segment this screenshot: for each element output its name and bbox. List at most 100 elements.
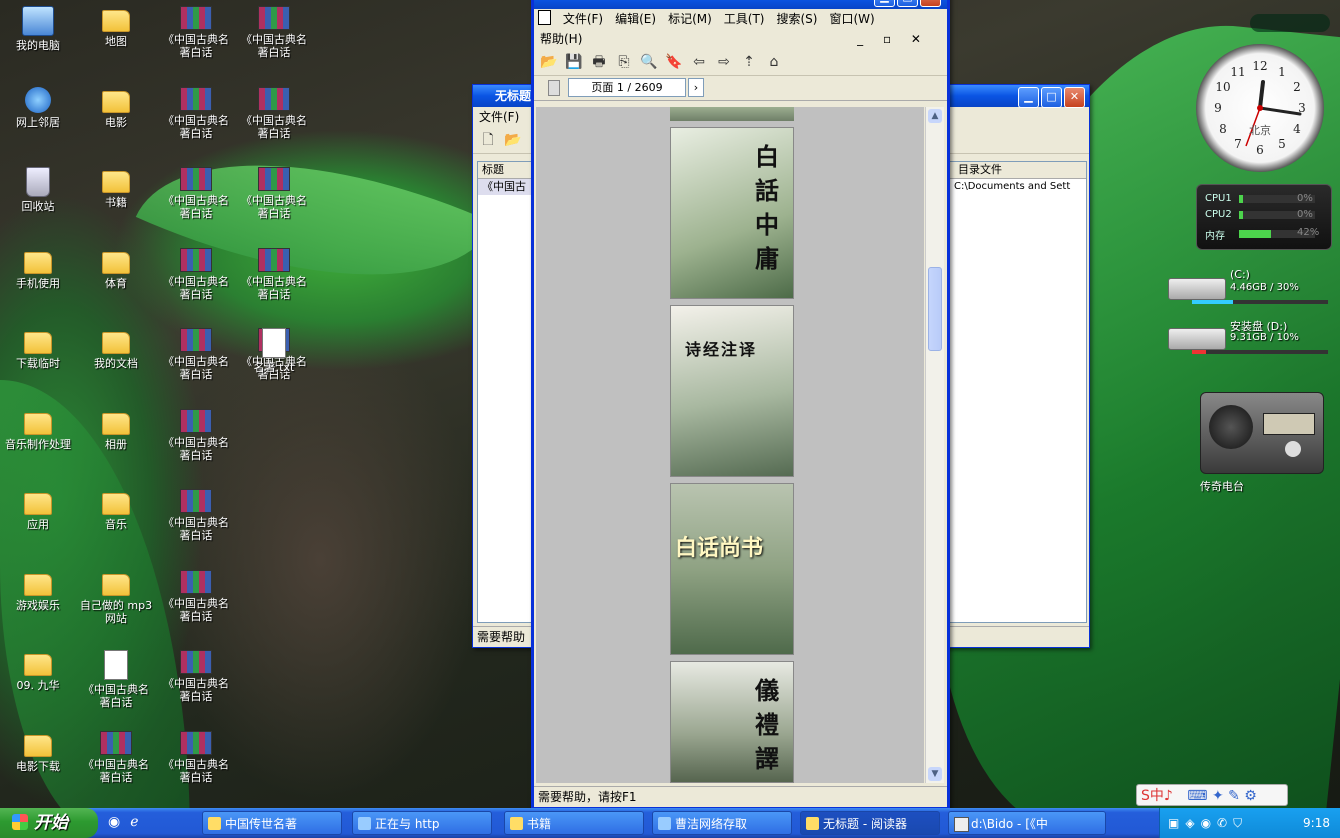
taskbar-tray-app[interactable]: d:\Bido - [《中 [948,811,1106,835]
forward-icon[interactable]: ⇨ [715,53,733,71]
maximize-button[interactable]: □ [897,0,918,7]
desktop-icon[interactable]: 应用 [0,489,76,531]
back-icon[interactable]: ⇦ [690,53,708,71]
open-folder-icon[interactable]: 📂 [504,131,522,149]
desktop-icon[interactable]: 地图 [78,6,154,48]
mdi-controls[interactable]: _ ▫ ✕ [857,29,929,49]
desktop-icon[interactable]: 《中国古典名著白话 [236,247,312,301]
radio-gadget[interactable] [1200,392,1324,474]
desktop-icon[interactable]: 《中国古典名著白话 [236,86,312,140]
book-cover[interactable]: 儀禮譯 [670,661,794,783]
clock-time[interactable]: 9:18 [1303,808,1330,838]
page-indicator[interactable]: 页面 1 / 2609 [568,78,686,97]
book-cover[interactable]: 诗经注译 [670,305,794,477]
desktop-icon[interactable]: 《中国古典名著白话 [236,167,312,220]
search-icon[interactable]: 🔍 [640,53,658,71]
menu-item[interactable]: 窗口(W) [829,12,874,26]
reader-titlebar[interactable]: ▁ □ ✕ [534,0,947,9]
list-item[interactable]: C:\Documents and Sett [950,179,1086,195]
desktop-icon[interactable]: 《中国古典名著白话 [158,328,234,381]
ime-status[interactable]: S中♪ [1141,788,1173,804]
keyboard-icon[interactable]: ⌨ ✦ ✎ ⚙ [1187,788,1257,804]
desktop-icon[interactable]: 《中国古典名著白话 [158,489,234,542]
menu-file[interactable]: 文件(F) [479,110,519,124]
menu-item[interactable]: 搜索(S) [776,12,817,26]
radio-knob-icon[interactable] [1285,441,1301,457]
desktop-icon[interactable]: 手机使用 [0,248,76,290]
scroll-down-icon[interactable]: ▼ [928,767,942,781]
desktop-icon[interactable]: 《中国古典名著白话 [158,167,234,220]
desktop-icon-label: 《中国古典名著白话 [83,683,149,709]
menu-item[interactable]: 工具(T) [724,12,765,26]
desktop-icon[interactable]: 相册 [78,409,154,451]
print-icon[interactable]: 🖶 [590,53,608,71]
open-icon[interactable]: 📂 [540,53,558,71]
desktop-icon[interactable]: 音乐制作处理 [0,409,76,451]
desktop-icon[interactable]: 《中国古典名著白话 [158,86,234,140]
up-icon[interactable]: ⇡ [740,53,758,71]
desktop-icon[interactable]: 下载临时 [0,328,76,370]
desktop-icon[interactable]: 我的电脑 [0,6,76,52]
bookmark-icon[interactable]: 🔖 [665,53,683,71]
desktop-icon[interactable]: 我的文档 [78,328,154,370]
desktop-icon[interactable]: 《中国古典名著白话 [78,650,154,709]
minimize-button[interactable]: ▁ [874,0,895,7]
taskbar-button[interactable]: 无标题 - 阅读器 [800,811,940,835]
desktop-icon[interactable]: 体育 [78,248,154,290]
desktop-icon[interactable]: 《中国古典名著白话 [78,730,154,784]
column-header-file[interactable]: 目录文件 [950,162,1086,179]
ie-icon[interactable]: ℯ [130,814,148,830]
next-page-button[interactable]: › [688,78,704,97]
menu-item[interactable]: 编辑(E) [615,12,656,26]
desktop-icon[interactable]: 音乐 [78,489,154,531]
desktop-icon[interactable]: 游戏娱乐 [0,570,76,612]
desktop-icon[interactable]: 《中国古典名著白话 [158,650,234,703]
new-file-icon[interactable]: 🗋 [479,131,497,149]
list-item[interactable]: 《中国古 [478,179,534,195]
desktop-icon[interactable]: 网上邻居 [0,86,76,129]
folder-icon [102,90,130,113]
tray-icons[interactable]: ▣◈◉✆⛉ [1160,816,1248,830]
ime-toolbar[interactable]: S中♪ ⌨ ✦ ✎ ⚙ [1136,784,1288,806]
desktop-icon[interactable]: 名著.txt [236,328,312,374]
taskbar-button[interactable]: 曹洁网络存取 [652,811,792,835]
desktop-icon[interactable]: 《中国古典名著白话 [158,6,234,59]
start-button[interactable]: 开始 [0,808,98,838]
scroll-thumb[interactable] [928,267,942,351]
desktop-icon[interactable]: 书籍 [78,167,154,209]
taskbar-button[interactable]: 正在与 http [352,811,492,835]
desktop-icon[interactable]: 《中国古典名著白话 [236,6,312,59]
messenger-icon[interactable]: ◉ [108,814,130,830]
doc-icon[interactable] [538,10,551,25]
menu-help[interactable]: 帮助(H) [540,32,582,46]
page-view[interactable]: 白話中庸 诗经注译 白话尚书 儀禮譯 [536,107,924,783]
desktop-icon[interactable]: 电影 [78,87,154,129]
copy-icon[interactable]: ⎘ [615,53,633,71]
reader-window[interactable]: ▁ □ ✕ 文件(F) 编辑(E) 标记(M) 工具(T) 搜索(S) 窗口(W) 帮助(… [531,0,950,810]
book-cover[interactable]: 白话尚书 [670,483,794,655]
column-header-title[interactable]: 标题 [478,162,534,179]
taskbar-button[interactable]: 中国传世名著 [202,811,342,835]
book-cover[interactable]: 白話中庸 [670,127,794,299]
prev-page-button[interactable] [548,80,560,96]
maximize-button[interactable]: □ [1041,87,1062,108]
save-icon[interactable]: 💾 [565,53,583,71]
desktop-icon[interactable]: 《中国古典名著白话 [158,408,234,462]
menu-item[interactable]: 文件(F) [563,12,603,26]
close-button[interactable]: ✕ [1064,87,1085,108]
desktop-icon[interactable]: 回收站 [0,167,76,213]
scroll-up-icon[interactable]: ▲ [928,109,942,123]
desktop-icon[interactable]: 09. 九华 [0,650,76,692]
menu-item[interactable]: 标记(M) [668,12,712,26]
close-button[interactable]: ✕ [920,0,941,7]
desktop-icon[interactable]: 电影下载 [0,731,76,773]
vertical-scrollbar[interactable]: ▲ ▼ [925,107,944,783]
desktop-icon[interactable]: 《中国古典名著白话 [158,730,234,784]
desktop-icon[interactable]: 《中国古典名著白话 [158,569,234,623]
desktop-icon[interactable]: 《中国古典名著白话 [158,247,234,301]
taskbar-button[interactable]: 书籍 [504,811,644,835]
desktop-icon-label: 手机使用 [16,276,60,290]
desktop-icon[interactable]: 自己做的 mp3 网站 [78,570,154,625]
home-icon[interactable]: ⌂ [765,53,783,71]
minimize-button[interactable]: ▁ [1018,87,1039,108]
